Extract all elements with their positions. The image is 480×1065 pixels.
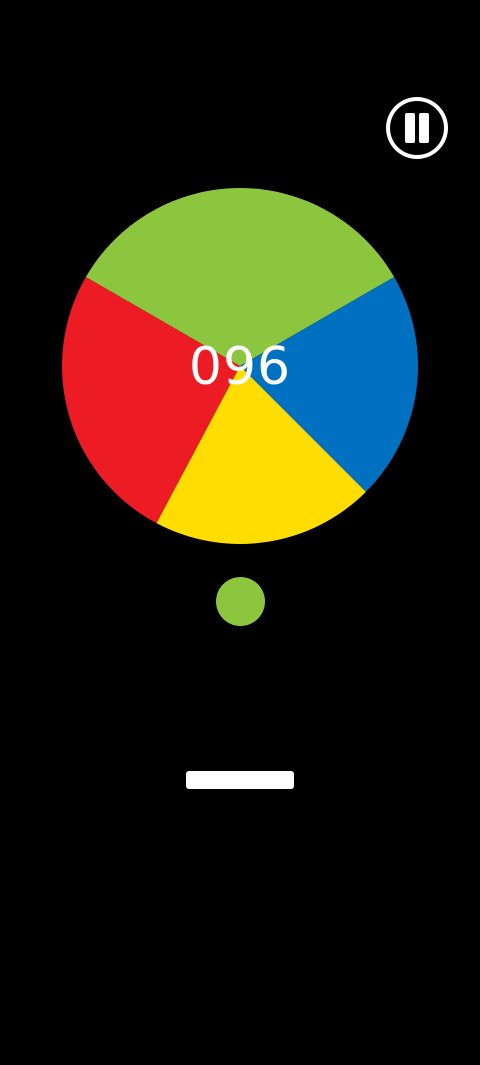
ball [216,577,265,626]
score-display: 096 [188,337,292,397]
game-screen[interactable]: 096 [0,0,480,1065]
pause-icon [390,101,444,155]
paddle[interactable] [186,771,294,789]
pause-button[interactable] [386,97,448,159]
